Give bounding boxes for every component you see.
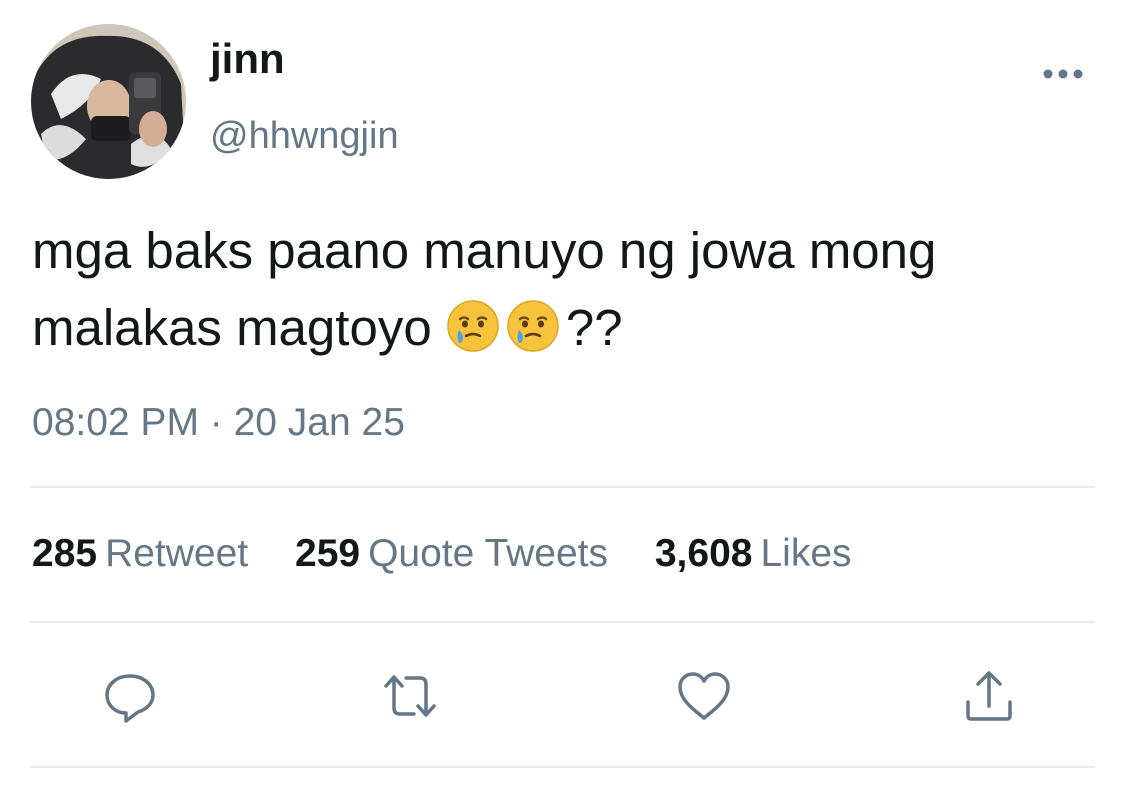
divider: [30, 621, 1095, 623]
divider: [30, 766, 1095, 768]
display-name[interactable]: jinn: [210, 38, 285, 80]
tweet-text-line2-words: malakas magtoyo: [32, 299, 432, 356]
like-count[interactable]: 3,608 Likes: [655, 534, 852, 573]
tweet-text-line2: malakas magtoyo ??: [32, 289, 1102, 366]
tweet-text-line1: mga baks paano manuyo ng jowa mong: [32, 222, 937, 279]
quote-count-value: 259: [295, 532, 361, 575]
retweet-count[interactable]: 285 Retweet: [32, 534, 248, 573]
quote-count[interactable]: 259 Quote Tweets: [295, 534, 608, 573]
like-count-value: 3,608: [654, 532, 753, 575]
tweet-text: mga baks paano manuyo ng jowa mong malak…: [32, 212, 1102, 366]
like-icon[interactable]: [672, 664, 736, 728]
share-icon[interactable]: [957, 664, 1021, 728]
tweet-timestamp[interactable]: 08:02 PM · 20 Jan 25: [32, 403, 405, 442]
more-options-icon[interactable]: [1040, 62, 1086, 86]
like-count-label: Likes: [760, 532, 852, 575]
tweet-stats: 285 Retweet 259 Quote Tweets 3,608 Likes: [32, 534, 888, 573]
face-holding-back-tears-icon: [446, 297, 500, 352]
tweet-text-suffix: ??: [565, 299, 623, 356]
user-handle[interactable]: @hhwngjin: [210, 117, 399, 155]
retweet-count-value: 285: [32, 532, 98, 575]
avatar[interactable]: [31, 24, 186, 179]
face-holding-back-tears-icon: [506, 297, 560, 352]
reply-icon[interactable]: [98, 664, 162, 728]
quote-count-label: Quote Tweets: [368, 532, 609, 575]
retweet-icon[interactable]: [378, 664, 442, 728]
retweet-count-label: Retweet: [105, 532, 249, 575]
divider: [30, 486, 1095, 488]
